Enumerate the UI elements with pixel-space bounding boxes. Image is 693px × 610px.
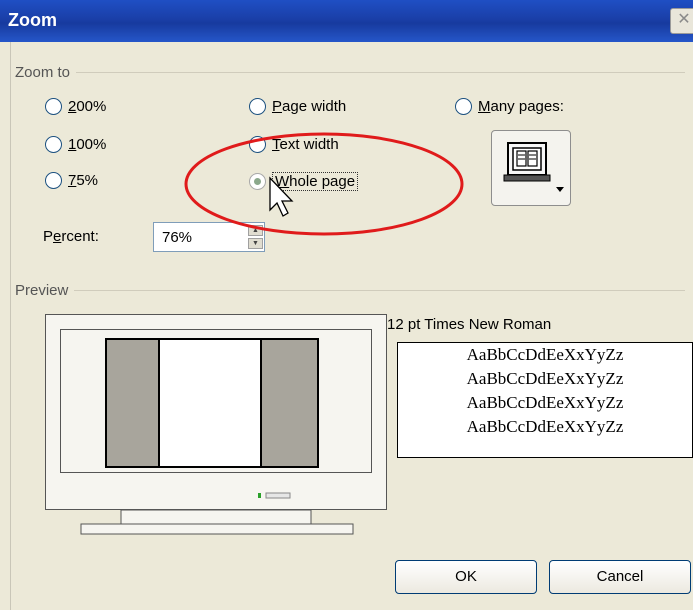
percent-value[interactable]: 76% [162, 229, 192, 246]
spin-up-button[interactable]: ▲ [248, 225, 263, 236]
zoom-to-group-label: Zoom to [15, 64, 77, 81]
radio-label-many-pages: Many pages: [478, 98, 564, 115]
radio-button-200[interactable] [45, 98, 62, 115]
font-sample-box: AaBbCcDdEeXxYyZz AaBbCcDdEeXxYyZz AaBbCc… [397, 342, 693, 458]
many-pages-button[interactable] [491, 130, 571, 206]
radio-whole-page[interactable]: Whole page [249, 172, 359, 191]
radio-button-whole-page[interactable] [249, 173, 266, 190]
radio-200[interactable]: 200% [45, 98, 106, 115]
preview-screen [60, 329, 372, 473]
monitor-stand-icon [80, 510, 354, 535]
radio-text-width[interactable]: Text width [249, 136, 339, 153]
radio-75[interactable]: 75% [45, 172, 98, 189]
spin-down-button[interactable]: ▼ [248, 238, 263, 249]
close-button[interactable]: ✕ [670, 8, 693, 34]
cancel-button[interactable]: Cancel [549, 560, 691, 594]
radio-label-75: 75% [68, 172, 99, 189]
monitor-status-light-icon [258, 492, 291, 499]
radio-button-75[interactable] [45, 172, 62, 189]
percent-label-text: Percent: [43, 228, 99, 245]
ok-button[interactable]: OK [395, 560, 537, 594]
radio-button-100[interactable] [45, 136, 62, 153]
radio-page-width[interactable]: Page width [249, 98, 346, 115]
radio-label-text-width: Text width [272, 136, 339, 153]
radio-button-text-width[interactable] [249, 136, 266, 153]
radio-button-many-pages[interactable] [455, 98, 472, 115]
dialog-body: Zoom to 200% 100% 75% Page width Text wi… [10, 42, 693, 610]
font-label: 12 pt Times New Roman [387, 316, 552, 333]
radio-many-pages[interactable]: Many pages: [455, 98, 564, 115]
radio-label-page-width: Page width [272, 98, 347, 115]
close-icon: ✕ [677, 11, 691, 28]
title-bar[interactable]: Zoom [0, 0, 693, 42]
preview-document-area [105, 338, 319, 468]
preview-frame [45, 314, 387, 510]
percent-spinner[interactable]: ▲ ▼ [248, 225, 263, 249]
percent-input[interactable]: 76% ▲ ▼ [153, 222, 265, 252]
preview-group-label: Preview [15, 282, 75, 299]
dialog-title: Zoom [8, 10, 57, 30]
sample-line: AaBbCcDdEeXxYyZz [466, 417, 624, 436]
preview-divider [15, 290, 685, 291]
radio-100[interactable]: 100% [45, 136, 106, 153]
radio-label-200: 200% [68, 98, 107, 115]
sample-line: AaBbCcDdEeXxYyZz [466, 345, 624, 364]
zoom-to-divider [15, 72, 685, 73]
radio-label-whole-page: Whole page [272, 172, 359, 191]
sample-line: AaBbCcDdEeXxYyZz [466, 369, 624, 388]
multiple-pages-monitor-icon [503, 142, 564, 192]
sample-line: AaBbCcDdEeXxYyZz [466, 393, 624, 412]
preview-page [158, 338, 262, 468]
percent-label: Percent: [43, 228, 99, 245]
radio-button-page-width[interactable] [249, 98, 266, 115]
radio-label-100: 100% [68, 136, 107, 153]
